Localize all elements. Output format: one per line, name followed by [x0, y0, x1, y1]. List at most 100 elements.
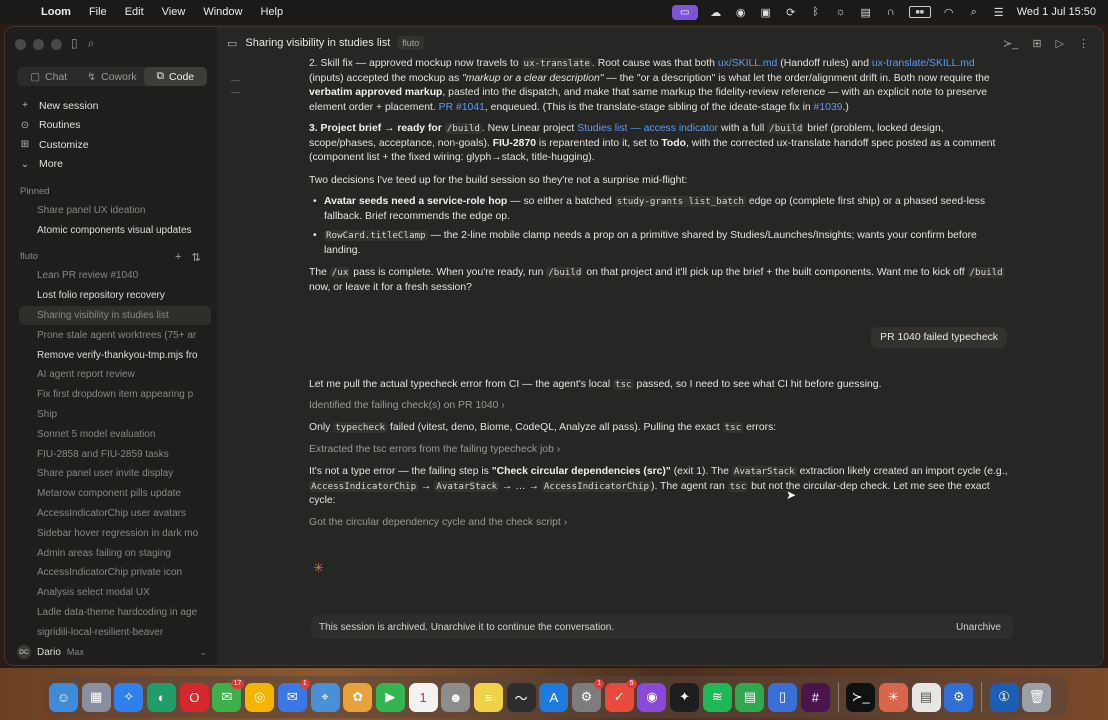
notes-icon[interactable]: ≡ — [473, 682, 503, 712]
session-item[interactable]: Analysis select modal UX — [19, 583, 211, 603]
session-item[interactable]: Fix first dropdown item appearing p — [19, 385, 211, 405]
podcasts-icon[interactable]: ◉ — [637, 682, 667, 712]
files-icon[interactable]: ▯ — [768, 682, 798, 712]
numbers-icon[interactable]: ▤ — [735, 682, 765, 712]
stocks-icon[interactable]: 〜 — [506, 682, 536, 712]
spotify-icon[interactable]: ≋ — [702, 682, 732, 712]
figma-icon[interactable]: ✦ — [670, 682, 700, 712]
tool-step[interactable]: Identified the failing check(s) on PR 10… — [309, 399, 505, 414]
menu-help[interactable]: Help — [251, 6, 292, 18]
control-center-icon[interactable]: ☰ — [992, 6, 1006, 19]
filter-icon[interactable]: ⇅ — [191, 251, 200, 264]
wifi-icon[interactable]: ◠ — [942, 6, 956, 19]
facetime-icon[interactable]: ▶ — [375, 682, 405, 712]
terminal-app-icon[interactable]: ≻_ — [846, 682, 876, 712]
edge-icon[interactable]: ◐ — [147, 682, 177, 712]
weather-icon[interactable]: ☁ — [709, 6, 723, 19]
tab-cowork[interactable]: ↯ Cowork — [80, 67, 143, 86]
maps-icon[interactable]: ⌖ — [310, 682, 340, 712]
more-button[interactable]: ⌄ More — [19, 155, 99, 175]
app-store-icon[interactable]: A — [539, 682, 569, 712]
launchpad-icon[interactable]: ▦ — [81, 682, 111, 712]
user-menu[interactable]: DC Dario Max ⌄ — [17, 645, 207, 659]
battery-icon[interactable]: ■■ — [908, 6, 931, 18]
unarchive-button[interactable]: Unarchive — [950, 619, 1007, 636]
brightness-icon[interactable]: ☼ — [834, 6, 848, 18]
archived-banner: This session is archived. Unarchive it t… — [311, 615, 1013, 639]
session-item[interactable]: sigridili-local-resilient-beaver — [19, 622, 211, 642]
bluetooth-icon[interactable]: ᛒ — [809, 6, 823, 18]
zoom-window-button[interactable] — [51, 39, 62, 50]
session-title: AccessIndicatorChip private icon — [37, 567, 183, 579]
menu-edit[interactable]: Edit — [116, 6, 153, 18]
vpn-icon[interactable]: ◉ — [734, 6, 748, 19]
menubar-clock[interactable]: Wed 1 Jul 15:50 — [1017, 6, 1096, 18]
sidebar: ▯ ⌕ ▢ Chat ↯ Cowork ⧉ Code + New session — [5, 27, 217, 665]
tool-step[interactable]: Extracted the tsc errors from the failin… — [309, 443, 560, 458]
menu-app-name[interactable]: Loom — [30, 6, 80, 18]
routines-link[interactable]: ⊙ Routines — [19, 116, 99, 136]
minimize-window-button[interactable] — [33, 39, 44, 50]
slack-icon[interactable]: # — [800, 682, 830, 712]
sync-icon[interactable]: ⟳ — [784, 6, 798, 19]
chrome-icon[interactable]: ◎ — [245, 682, 275, 712]
close-window-button[interactable] — [15, 39, 26, 50]
nav-label: Routines — [39, 119, 81, 132]
session-item[interactable]: Prone stale agent worktrees (75+ ar — [19, 325, 211, 345]
photos-icon[interactable]: ✿ — [343, 682, 373, 712]
session-item[interactable]: AccessIndicatorChip private icon — [19, 563, 211, 583]
new-session-button[interactable]: + New session — [19, 96, 98, 116]
safari-icon[interactable]: ✧ — [114, 682, 144, 712]
trash-icon[interactable]: 🗑 — [1022, 682, 1052, 712]
session-item[interactable]: AI agent report review — [19, 365, 211, 385]
session-item[interactable]: Share panel user invite display — [19, 464, 211, 484]
session-item[interactable]: Ship — [19, 405, 211, 425]
session-title[interactable]: Sharing visibility in studies list — [245, 37, 390, 49]
terminal-icon[interactable]: ≻_ — [1003, 37, 1018, 50]
search-icon[interactable]: ⌕ — [967, 6, 981, 18]
session-item[interactable]: Lost folio repository recovery — [19, 286, 211, 306]
tab-code[interactable]: ⧉ Code — [143, 67, 207, 86]
preview-icon[interactable]: ⊞ — [1032, 37, 1041, 50]
headphones-icon[interactable]: ∩ — [884, 6, 898, 18]
pinned-item[interactable]: Atomic components visual updates — [19, 221, 211, 241]
session-item[interactable]: Lean PR review #1040 — [19, 266, 211, 286]
mail-icon[interactable]: ✉ 1 — [277, 678, 310, 712]
session-item[interactable]: Sonnet 5 model evaluation — [19, 424, 211, 444]
session-item[interactable]: Remove verify-thankyou-tmp.mjs fro — [19, 345, 211, 365]
gear-app-icon[interactable]: ⚙ — [944, 682, 974, 712]
calendar-icon[interactable]: 1 — [408, 682, 438, 712]
play-icon[interactable]: ▷ — [1056, 37, 1064, 50]
menu-file[interactable]: File — [80, 6, 116, 18]
more-icon[interactable]: ⋮ — [1078, 37, 1089, 50]
notebook-icon[interactable]: ▤ — [911, 682, 941, 712]
display-icon[interactable]: ▣ — [759, 6, 773, 19]
session-item[interactable]: Ladle data-theme hardcoding in age — [19, 603, 211, 623]
pinned-item[interactable]: Share panel UX ideation — [19, 201, 211, 221]
messages-icon[interactable]: ✉ 17 — [212, 678, 245, 712]
assistant-paragraph: It's not a type error — the failing step… — [309, 466, 1008, 507]
finder-icon[interactable]: ☺ — [49, 682, 78, 712]
sidebar-search-icon[interactable]: ⌕ — [88, 36, 95, 51]
menu-window[interactable]: Window — [194, 6, 251, 18]
add-session-icon[interactable]: + — [175, 251, 181, 264]
session-item[interactable]: FIU-2858 and FIU-2859 tasks — [19, 444, 211, 464]
session-item[interactable]: AccessIndicatorChip user avatars — [19, 504, 211, 524]
onepassword-icon[interactable]: ① — [989, 682, 1019, 712]
toggle-sidebar-icon[interactable]: ▯ — [71, 36, 78, 51]
session-item[interactable]: Metarow component pills update — [19, 484, 211, 504]
tab-chat[interactable]: ▢ Chat — [17, 67, 80, 86]
settings-icon[interactable]: ⚙ 1 — [572, 678, 604, 712]
opera-icon[interactable]: O — [179, 682, 209, 712]
loom-app-icon[interactable]: ✳ — [878, 682, 908, 712]
todo-icon[interactable]: ✓ 5 — [604, 678, 637, 712]
session-item-selected[interactable]: Sharing visibility in studies list — [19, 305, 211, 326]
clipboard-icon[interactable]: ▤ — [859, 6, 873, 19]
customize-link[interactable]: ⊞ Customize — [19, 135, 99, 155]
session-item[interactable]: Sidebar hover regression in dark mo — [19, 523, 211, 543]
menu-view[interactable]: View — [153, 6, 195, 18]
session-item[interactable]: Admin areas failing on staging — [19, 543, 211, 563]
tool-step[interactable]: Got the circular dependency cycle and th… — [309, 516, 567, 531]
screen-share-icon[interactable]: ▭ — [671, 4, 698, 20]
contacts-icon[interactable]: ☻ — [441, 682, 471, 712]
